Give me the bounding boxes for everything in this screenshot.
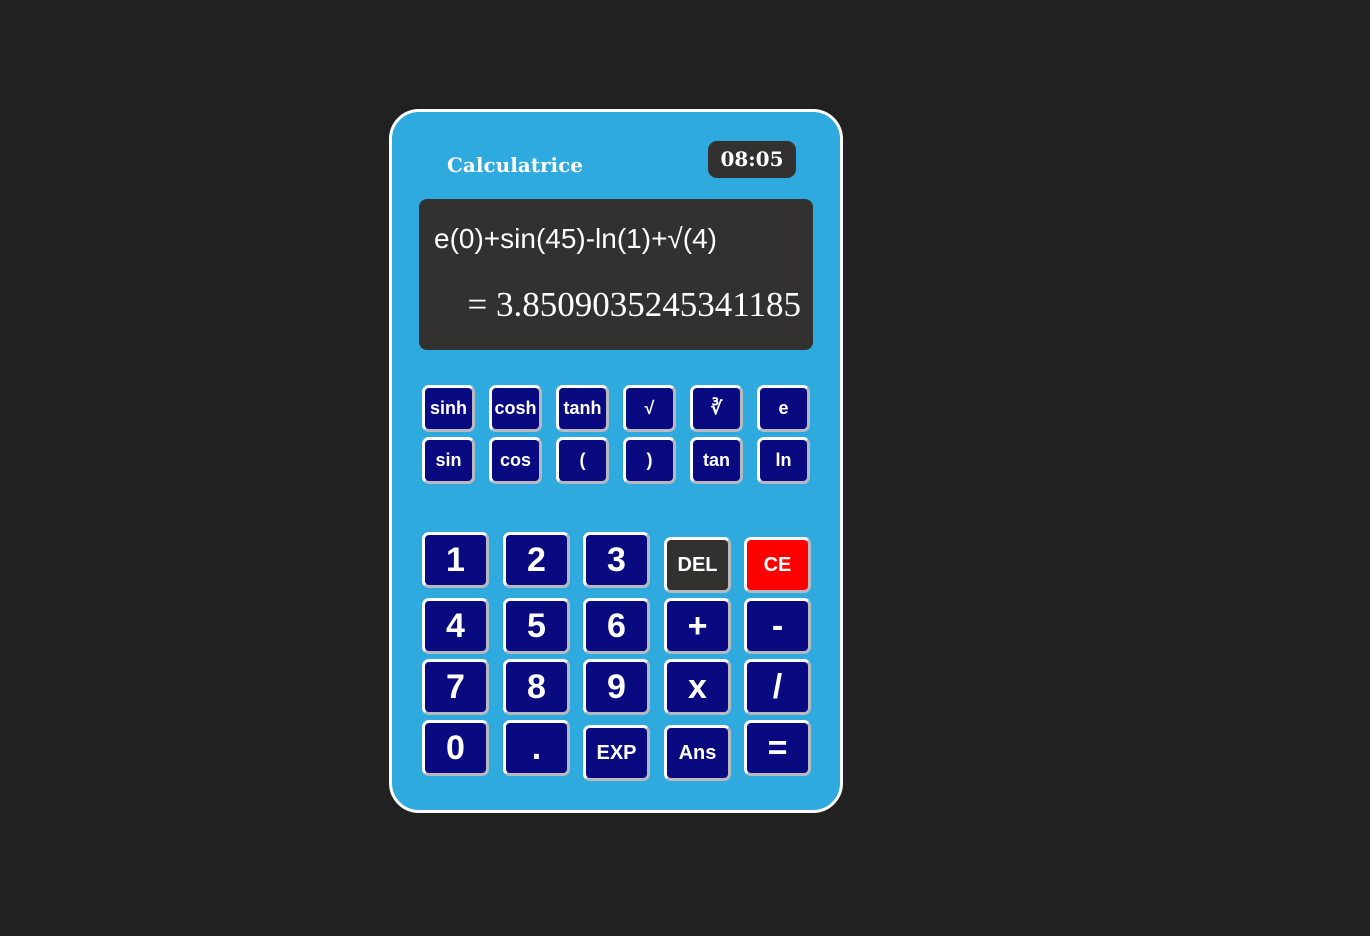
calculator: Calculatrice 08:05 e(0)+sin(45)-ln(1)+√(…: [389, 109, 843, 813]
app-title: Calculatrice: [447, 153, 584, 177]
digit-7-button[interactable]: 7: [422, 659, 489, 715]
ln-button[interactable]: ln: [757, 437, 810, 484]
digit-8-button[interactable]: 8: [503, 659, 570, 715]
digit-5-button[interactable]: 5: [503, 598, 570, 654]
result-text: = 3.8509035245341185: [467, 285, 801, 324]
cos-button[interactable]: cos: [489, 437, 542, 484]
equals-button[interactable]: =: [744, 720, 811, 776]
cbrt-button[interactable]: ∛: [690, 385, 743, 432]
sqrt-button[interactable]: √: [623, 385, 676, 432]
display-screen: e(0)+sin(45)-ln(1)+√(4) = 3.850903524534…: [419, 199, 813, 350]
multiply-button[interactable]: x: [664, 659, 731, 715]
clear-entry-button[interactable]: CE: [744, 537, 811, 593]
cosh-button[interactable]: cosh: [489, 385, 542, 432]
divide-button[interactable]: /: [744, 659, 811, 715]
plus-button[interactable]: +: [664, 598, 731, 654]
digit-0-button[interactable]: 0: [422, 720, 489, 776]
digit-2-button[interactable]: 2: [503, 532, 570, 588]
digit-3-button[interactable]: 3: [583, 532, 650, 588]
tanh-button[interactable]: tanh: [556, 385, 609, 432]
digit-1-button[interactable]: 1: [422, 532, 489, 588]
digit-9-button[interactable]: 9: [583, 659, 650, 715]
exp-button[interactable]: EXP: [583, 725, 650, 781]
expression-text: e(0)+sin(45)-ln(1)+√(4): [434, 223, 718, 254]
open-paren-button[interactable]: (: [556, 437, 609, 484]
minus-button[interactable]: -: [744, 598, 811, 654]
clock-badge: 08:05: [708, 141, 796, 178]
delete-button[interactable]: DEL: [664, 537, 731, 593]
sin-button[interactable]: sin: [422, 437, 475, 484]
sinh-button[interactable]: sinh: [422, 385, 475, 432]
decimal-point-button[interactable]: .: [503, 720, 570, 776]
ans-button[interactable]: Ans: [664, 725, 731, 781]
digit-6-button[interactable]: 6: [583, 598, 650, 654]
tan-button[interactable]: tan: [690, 437, 743, 484]
close-paren-button[interactable]: ): [623, 437, 676, 484]
e-button[interactable]: e: [757, 385, 810, 432]
digit-4-button[interactable]: 4: [422, 598, 489, 654]
